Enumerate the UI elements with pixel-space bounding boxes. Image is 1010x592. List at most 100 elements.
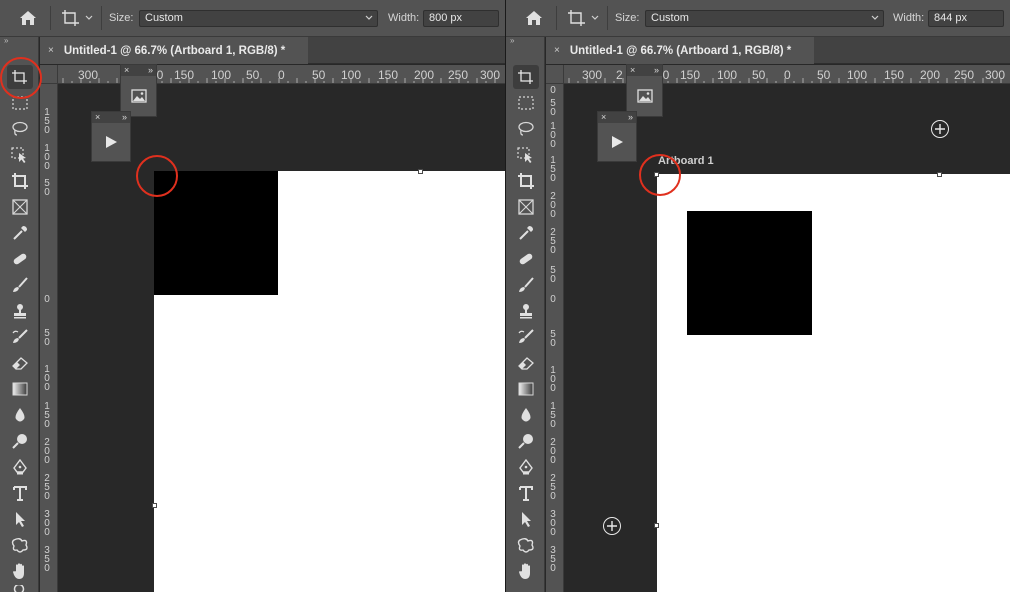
healing-brush-tool[interactable] bbox=[513, 247, 539, 271]
panel-play-button[interactable] bbox=[598, 123, 636, 161]
healing-brush-tool[interactable] bbox=[7, 247, 33, 271]
ruler-label: 3 0 0 bbox=[44, 509, 50, 538]
close-tab-button[interactable]: × bbox=[554, 45, 560, 56]
history-brush-tool[interactable] bbox=[7, 325, 33, 349]
panel-close-button[interactable]: × bbox=[630, 65, 635, 76]
tool-preset-picker[interactable] bbox=[57, 6, 101, 30]
ruler-label: 1 0 0 bbox=[550, 121, 556, 150]
type-tool[interactable] bbox=[7, 481, 33, 505]
close-tab-button[interactable]: × bbox=[48, 45, 54, 56]
hand-tool[interactable] bbox=[513, 559, 539, 583]
home-button[interactable] bbox=[10, 6, 46, 30]
panel-close-button[interactable]: × bbox=[124, 65, 129, 76]
vertical-ruler[interactable]: 1 5 0 1 0 0 5 0 0 5 0 1 0 0 1 5 0 2 0 0 … bbox=[40, 84, 58, 592]
chevron-down-icon bbox=[85, 15, 93, 20]
black-rectangle-layer[interactable] bbox=[687, 211, 812, 335]
panel-close-button[interactable]: × bbox=[95, 112, 100, 123]
frame-tool[interactable] bbox=[7, 195, 33, 219]
image-icon bbox=[636, 89, 653, 103]
plus-circle-icon bbox=[607, 521, 617, 531]
add-artboard-right-button[interactable] bbox=[931, 120, 949, 138]
options-bar: Size: Custom Width: 800 px bbox=[0, 0, 505, 37]
blur-tool[interactable] bbox=[7, 403, 33, 427]
bandage-icon bbox=[13, 253, 27, 265]
tool-preset-picker[interactable] bbox=[563, 6, 607, 30]
drop-icon bbox=[521, 408, 531, 422]
path-selection-tool[interactable] bbox=[7, 507, 33, 531]
pen-tool[interactable] bbox=[513, 455, 539, 479]
arrow-cursor-icon bbox=[522, 512, 531, 527]
crop-tool[interactable] bbox=[513, 169, 539, 193]
artboard-resize-handle[interactable] bbox=[418, 169, 423, 174]
artboard-tool-icon bbox=[568, 10, 585, 26]
panel-image-button[interactable] bbox=[627, 76, 662, 116]
size-label: Size: bbox=[615, 12, 640, 24]
ruler-label: 0 bbox=[550, 294, 556, 305]
eyedropper-tool[interactable] bbox=[513, 221, 539, 245]
clone-stamp-tool[interactable] bbox=[7, 299, 33, 323]
hand-tool[interactable] bbox=[7, 559, 33, 583]
brush-tool[interactable] bbox=[513, 273, 539, 297]
tools-panel-collapse[interactable]: » bbox=[0, 37, 38, 47]
document-tab[interactable]: × Untitled-1 @ 66.7% (Artboard 1, RGB/8)… bbox=[40, 37, 308, 64]
eraser-tool[interactable] bbox=[7, 351, 33, 375]
crop-icon bbox=[518, 173, 534, 189]
gradient-icon bbox=[518, 382, 534, 396]
vertical-ruler[interactable]: 0 5 0 1 0 0 1 5 0 2 0 0 2 5 0 5 0 0 5 0 … bbox=[546, 84, 564, 592]
gradient-tool[interactable] bbox=[513, 377, 539, 401]
separator bbox=[607, 6, 608, 30]
artboard-resize-handle[interactable] bbox=[152, 503, 157, 508]
panel-collapse-button[interactable]: » bbox=[654, 65, 659, 76]
path-selection-tool[interactable] bbox=[513, 507, 539, 531]
object-selection-tool[interactable] bbox=[7, 143, 33, 167]
artboard-resize-handle[interactable] bbox=[654, 523, 659, 528]
panel-image-button[interactable] bbox=[121, 76, 156, 116]
eraser-tool[interactable] bbox=[513, 351, 539, 375]
floating-panel-actions: × » bbox=[91, 111, 131, 162]
panel-collapse-button[interactable]: » bbox=[148, 65, 153, 76]
object-selection-tool[interactable] bbox=[513, 143, 539, 167]
width-input[interactable]: 800 px bbox=[423, 10, 499, 27]
history-brush-tool[interactable] bbox=[513, 325, 539, 349]
home-button[interactable] bbox=[516, 6, 552, 30]
artboard-resize-handle[interactable] bbox=[937, 172, 942, 177]
ruler-label: 150 bbox=[174, 68, 195, 82]
type-tool[interactable] bbox=[513, 481, 539, 505]
custom-shape-tool[interactable] bbox=[7, 533, 33, 557]
pen-tool[interactable] bbox=[7, 455, 33, 479]
ruler-label: 300 bbox=[480, 68, 501, 82]
ruler-label: 2 5 0 bbox=[550, 227, 556, 256]
dodge-tool[interactable] bbox=[513, 429, 539, 453]
highlight-circle bbox=[136, 155, 178, 197]
panel-collapse-button[interactable]: » bbox=[628, 112, 633, 123]
panel-play-button[interactable] bbox=[92, 123, 130, 161]
lasso-tool[interactable] bbox=[7, 117, 33, 141]
frame-tool[interactable] bbox=[513, 195, 539, 219]
zoom-tool[interactable] bbox=[7, 585, 33, 592]
ruler-label: 0 bbox=[784, 68, 791, 82]
hand-icon bbox=[519, 563, 530, 579]
brush-tool[interactable] bbox=[7, 273, 33, 297]
size-select[interactable]: Custom bbox=[645, 10, 884, 27]
eyedropper-tool[interactable] bbox=[7, 221, 33, 245]
eyedropper-icon bbox=[13, 226, 27, 240]
custom-shape-tool[interactable] bbox=[513, 533, 539, 557]
gradient-tool[interactable] bbox=[7, 377, 33, 401]
lasso-tool[interactable] bbox=[513, 117, 539, 141]
document-tab[interactable]: × Untitled-1 @ 66.7% (Artboard 1, RGB/8)… bbox=[546, 37, 814, 64]
tools-panel-collapse[interactable]: » bbox=[506, 37, 544, 47]
panel-close-button[interactable]: × bbox=[601, 112, 606, 123]
floating-panel-actions: × » bbox=[597, 111, 637, 162]
dodge-tool[interactable] bbox=[7, 429, 33, 453]
panel-header: × » bbox=[92, 112, 130, 123]
artboard-tool[interactable] bbox=[513, 65, 539, 89]
width-input[interactable]: 844 px bbox=[928, 10, 1004, 27]
add-artboard-bottom-button[interactable] bbox=[603, 517, 621, 535]
size-select[interactable]: Custom bbox=[139, 10, 378, 27]
ruler-label: 300 bbox=[985, 68, 1006, 82]
marquee-tool[interactable] bbox=[513, 91, 539, 115]
blur-tool[interactable] bbox=[513, 403, 539, 427]
clone-stamp-tool[interactable] bbox=[513, 299, 539, 323]
crop-tool[interactable] bbox=[7, 169, 33, 193]
panel-collapse-button[interactable]: » bbox=[122, 112, 127, 123]
